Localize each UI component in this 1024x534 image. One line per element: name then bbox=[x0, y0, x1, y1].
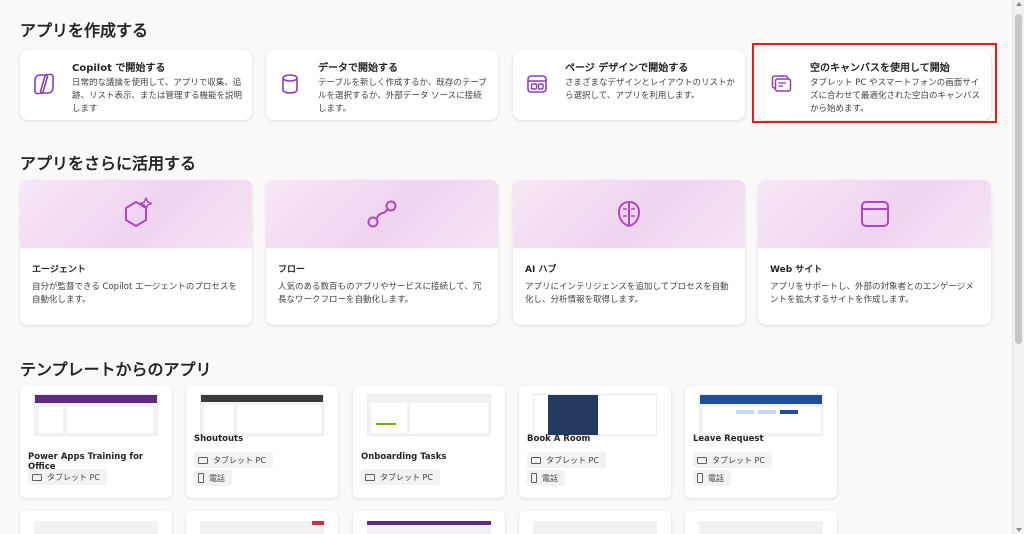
section-title-templates: テンプレートからのアプリ bbox=[20, 360, 212, 379]
template-thumbnail bbox=[34, 394, 158, 436]
use-card-website[interactable]: Web サイト アプリをサポートし、外部の対象者とのエンゲージメントを拡大するサ… bbox=[758, 180, 991, 325]
use-card-banner bbox=[266, 180, 498, 248]
tag-label: タブレット PC bbox=[546, 455, 599, 465]
template-thumbnail bbox=[200, 521, 324, 534]
template-card-shoutouts[interactable]: Shoutouts タブレット PC 電話 bbox=[186, 386, 338, 498]
use-card-desc: 人気のある数百ものアプリやサービスに接続して、冗長なワークフローを自動化します。 bbox=[278, 282, 482, 305]
create-card-page-design[interactable]: ページ デザインで開始する さまざまなデザインとレイアウトのリストから選択して、… bbox=[513, 50, 745, 120]
tablet-icon bbox=[198, 456, 208, 464]
template-name: Shoutouts bbox=[194, 434, 244, 444]
use-card-title: Web サイト bbox=[770, 265, 823, 275]
tablet-icon bbox=[531, 456, 541, 464]
page-design-icon bbox=[527, 75, 547, 93]
scroll-up-icon[interactable] bbox=[1016, 2, 1022, 6]
database-icon bbox=[282, 74, 298, 94]
template-card-next-1[interactable] bbox=[20, 511, 172, 534]
template-name: Onboarding Tasks bbox=[361, 452, 447, 462]
template-thumbnail bbox=[533, 394, 657, 436]
tag-tablet: タブレット PC bbox=[527, 452, 606, 468]
tag-label: 電話 bbox=[542, 473, 558, 483]
template-card-next-3[interactable] bbox=[353, 511, 505, 534]
section-title-create: アプリを作成する bbox=[20, 21, 149, 40]
highlight-box bbox=[752, 43, 997, 123]
use-card-desc: 自分が監督できる Copilot エージェントのプロセスを自動化します。 bbox=[32, 282, 237, 305]
copilot-icon bbox=[34, 73, 54, 95]
use-card-title: フロー bbox=[278, 265, 306, 275]
template-thumbnail bbox=[699, 394, 823, 436]
tag-phone: 電話 bbox=[527, 470, 565, 486]
tag-label: 電話 bbox=[708, 473, 724, 483]
ai-brain-icon bbox=[617, 200, 641, 228]
template-card-onboarding[interactable]: Onboarding Tasks タブレット PC bbox=[353, 386, 505, 498]
template-thumbnail bbox=[200, 394, 324, 436]
use-card-flow[interactable]: フロー 人気のある数百ものアプリやサービスに接続して、冗長なワークフローを自動化… bbox=[266, 180, 498, 325]
create-card-desc: テーブルを新しく作成するか、既存のテーブルを選択するか、外部データ ソースに接続… bbox=[318, 78, 487, 114]
tag-tablet: タブレット PC bbox=[361, 469, 440, 485]
use-card-banner bbox=[758, 180, 991, 248]
web-window-icon bbox=[860, 201, 889, 227]
vertical-scrollbar[interactable] bbox=[1012, 0, 1024, 534]
tag-label: タブレット PC bbox=[712, 455, 765, 465]
template-thumbnail bbox=[34, 521, 158, 534]
use-card-desc: アプリをサポートし、外部の対象者とのエンゲージメントを拡大するサイトを作成します… bbox=[770, 282, 974, 305]
template-thumbnail bbox=[367, 521, 491, 534]
template-card-leave-request[interactable]: Leave Request タブレット PC 電話 bbox=[685, 386, 837, 498]
create-card-title: データで開始する bbox=[318, 63, 398, 74]
use-card-ai-hub[interactable]: AI ハブ アプリにインテリジェンスを追加してプロセスを自動化し、分析情報を取得… bbox=[513, 180, 745, 325]
template-thumbnail bbox=[533, 521, 657, 534]
template-card-power-apps-training[interactable]: Power Apps Training for Office タブレット PC bbox=[20, 386, 172, 498]
template-card-next-2[interactable] bbox=[186, 511, 338, 534]
template-thumbnail bbox=[367, 394, 491, 436]
scrollbar-thumb[interactable] bbox=[1015, 14, 1022, 344]
create-card-desc: さまざまなデザインとレイアウトのリストから選択して、アプリを利用します。 bbox=[565, 78, 736, 101]
template-name: Book A Room bbox=[527, 434, 591, 444]
agent-sparkle-icon bbox=[125, 197, 153, 227]
main-content: アプリを作成する Copilot で開始する 日常的な議論を使用して、アプリで収… bbox=[0, 0, 1012, 534]
create-card-title: Copilot で開始する bbox=[72, 63, 166, 74]
phone-icon bbox=[531, 473, 537, 483]
tag-tablet: タブレット PC bbox=[693, 452, 772, 468]
tag-label: タブレット PC bbox=[380, 472, 433, 482]
template-card-next-4[interactable] bbox=[519, 511, 671, 534]
use-card-desc: アプリにインテリジェンスを追加してプロセスを自動化し、分析情報を取得します。 bbox=[525, 282, 729, 305]
phone-icon bbox=[198, 473, 204, 483]
create-card-desc: 日常的な議論を使用して、アプリで収集、追跡、リスト表示、または管理する機能を説明… bbox=[72, 78, 243, 114]
scroll-down-icon[interactable] bbox=[1016, 528, 1022, 532]
template-name: Leave Request bbox=[693, 434, 764, 444]
tag-phone: 電話 bbox=[194, 470, 232, 486]
section-title-use: アプリをさらに活用する bbox=[20, 154, 197, 173]
template-card-next-5[interactable] bbox=[685, 511, 837, 534]
use-card-title: エージェント bbox=[32, 265, 86, 275]
tag-tablet: タブレット PC bbox=[194, 452, 273, 468]
use-card-banner bbox=[513, 180, 745, 248]
use-card-agent[interactable]: エージェント 自分が監督できる Copilot エージェントのプロセスを自動化し… bbox=[20, 180, 252, 325]
create-card-copilot[interactable]: Copilot で開始する 日常的な議論を使用して、アプリで収集、追跡、リスト表… bbox=[20, 50, 252, 120]
use-card-banner bbox=[20, 180, 252, 248]
tag-label: タブレット PC bbox=[213, 455, 266, 465]
tablet-icon bbox=[32, 473, 42, 481]
phone-icon bbox=[697, 473, 703, 483]
template-thumbnail bbox=[699, 521, 823, 534]
tag-label: 電話 bbox=[209, 473, 225, 483]
tablet-icon bbox=[365, 473, 375, 481]
create-card-title: ページ デザインで開始する bbox=[565, 63, 689, 74]
flow-icon bbox=[367, 200, 397, 228]
tag-tablet: タブレット PC bbox=[28, 469, 107, 485]
template-card-book-a-room[interactable]: Book A Room タブレット PC 電話 bbox=[519, 386, 671, 498]
tablet-icon bbox=[697, 456, 707, 464]
create-card-data[interactable]: データで開始する テーブルを新しく作成するか、既存のテーブルを選択するか、外部デ… bbox=[266, 50, 498, 120]
use-card-title: AI ハブ bbox=[525, 265, 557, 275]
tag-phone: 電話 bbox=[693, 470, 731, 486]
tag-label: タブレット PC bbox=[47, 472, 100, 482]
